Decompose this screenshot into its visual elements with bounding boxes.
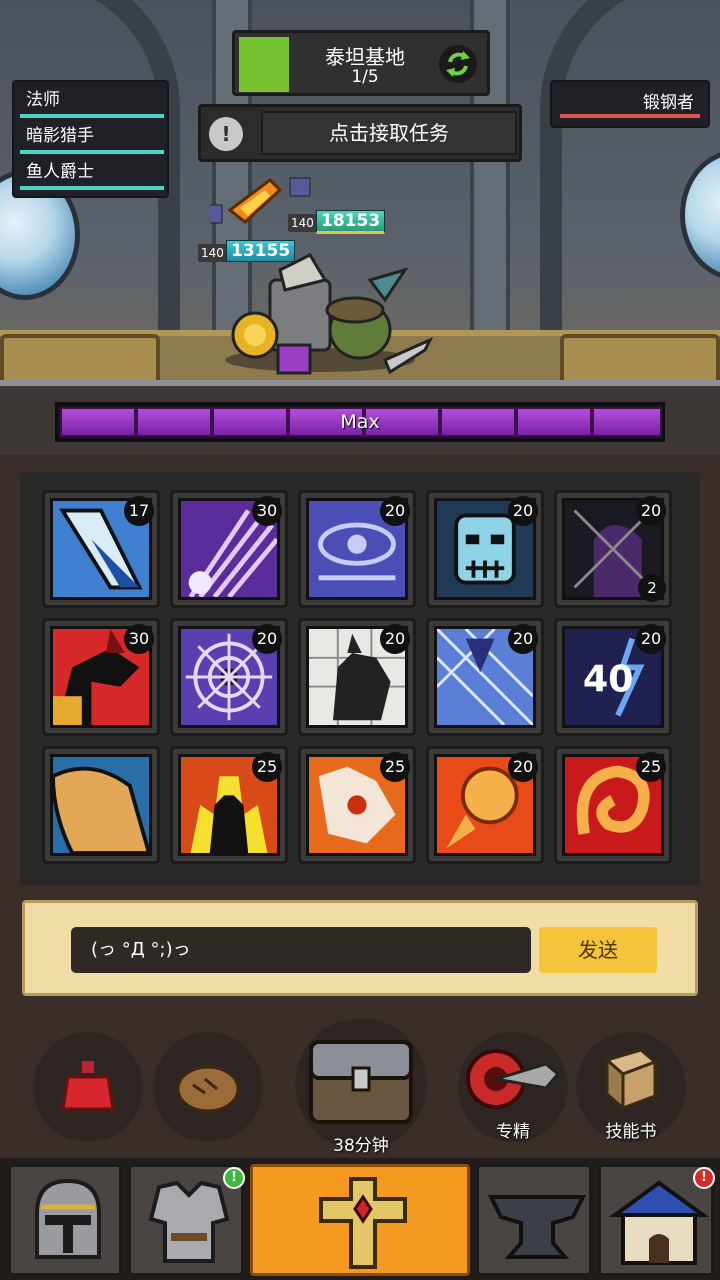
chest-timer: 38分钟: [333, 1136, 389, 1156]
party-member[interactable]: 鱼人爵士: [20, 158, 164, 192]
skill-level-badge: 25: [252, 752, 282, 782]
floor-ledge: [0, 334, 160, 386]
skillbook-label: 技能书: [605, 1122, 657, 1142]
skill-level-badge: 25: [636, 752, 666, 782]
skill-level-badge: 17: [124, 496, 154, 526]
talent-label: 专精: [496, 1122, 530, 1142]
quest-panel[interactable]: ! 点击接取任务: [198, 104, 522, 162]
party-member-hp-bar: [20, 150, 164, 154]
void-web-skill[interactable]: 20: [170, 618, 288, 736]
bread-icon: [176, 1065, 240, 1113]
stage-name: 泰坦基地: [325, 45, 405, 69]
flame-beast-skill[interactable]: 25: [298, 746, 416, 864]
enemy-panel: 锻钢者: [550, 80, 710, 128]
arcane-eye-skill[interactable]: 20: [298, 490, 416, 608]
skill-count-badge: 2: [638, 574, 666, 602]
helmet-icon: [35, 1178, 101, 1259]
skill-level-badge: 20: [508, 752, 538, 782]
tab-relic[interactable]: [250, 1164, 470, 1276]
crystal-shard-skill[interactable]: 20: [426, 618, 544, 736]
anvil-icon: [487, 1195, 587, 1259]
shadow-cloak-skill[interactable]: 20 2: [554, 490, 672, 608]
send-button[interactable]: 发送: [539, 927, 657, 973]
enemy-hp-bar: [560, 114, 700, 118]
chat-input[interactable]: [71, 927, 531, 973]
chat-bar: 发送: [22, 900, 698, 996]
bread-button[interactable]: [153, 1032, 263, 1142]
earth-shell-skill[interactable]: [42, 746, 160, 864]
damage-number: 140 13155: [198, 240, 298, 266]
party-member-name: 法师: [26, 90, 60, 110]
bottom-nav: ! !: [0, 1158, 720, 1280]
skill-level-badge: 20: [636, 496, 666, 526]
refresh-icon: [446, 51, 470, 77]
skill-level-badge: 30: [252, 496, 282, 526]
stage-progress-panel: 泰坦基地 1/5: [232, 30, 490, 96]
fire-orb-skill[interactable]: 20: [426, 746, 544, 864]
party-member-name: 暗影猎手: [26, 126, 94, 146]
party-member-hp-bar: [20, 186, 164, 190]
dragon-roar-skill[interactable]: 30: [42, 618, 160, 736]
stone-cat-skill[interactable]: 20: [298, 618, 416, 736]
shadow-slash-skill[interactable]: 30: [170, 490, 288, 608]
party-member-hp-bar: [20, 114, 164, 118]
party-member[interactable]: 暗影猎手: [20, 122, 164, 156]
hero-group[interactable]: [210, 160, 440, 390]
party-member[interactable]: 法师: [20, 86, 164, 120]
skill-level-badge: 20: [508, 624, 538, 654]
tab-helmet[interactable]: [8, 1164, 122, 1276]
damage-number: 140 18153: [288, 210, 388, 236]
stage-progress-text: 1/5: [351, 67, 379, 87]
fire-aura-skill[interactable]: 25: [170, 746, 288, 864]
party-panel: 法师 暗影猎手 鱼人爵士: [12, 80, 169, 198]
skill-level-badge: 20: [636, 624, 666, 654]
storm-40-skill[interactable]: 40 20: [554, 618, 672, 736]
skill-level-badge: 30: [124, 624, 154, 654]
armor-icon: [148, 1180, 230, 1263]
ice-spear-skill[interactable]: 17: [42, 490, 160, 608]
fire-projectile: [227, 178, 283, 224]
skill-level-badge: 25: [380, 752, 410, 782]
relic-cross-icon: [319, 1177, 407, 1269]
stage-progress-fill: [239, 37, 289, 92]
potion-button[interactable]: [33, 1032, 143, 1142]
alert-icon: !: [209, 117, 243, 151]
frost-skull-skill[interactable]: 20: [426, 490, 544, 608]
party-member-name: 鱼人爵士: [26, 162, 94, 182]
battle-scene: 140 18153 140 13155 泰坦基地 1/5 ! 点击接取任务 法师: [0, 0, 720, 455]
skillbook-icon: [603, 1048, 658, 1112]
chest-icon: [309, 1040, 413, 1124]
shop-badge: !: [693, 1167, 715, 1189]
tab-anvil[interactable]: [476, 1164, 592, 1276]
rage-bar: Max: [55, 402, 665, 442]
skill-overlay-number: 40: [583, 657, 634, 700]
skill-level-badge: 20: [508, 496, 538, 526]
floor-ledge: [560, 334, 720, 386]
potion-icon: [61, 1061, 115, 1111]
earth-shell-icon: [50, 754, 152, 856]
skill-level-badge: 20: [252, 624, 282, 654]
armor-badge: !: [223, 1167, 245, 1189]
accept-quest-button[interactable]: 点击接取任务: [261, 111, 517, 155]
tab-armor[interactable]: !: [128, 1164, 245, 1276]
refresh-button[interactable]: [439, 45, 477, 83]
skill-level-badge: 20: [380, 496, 410, 526]
enemy-name: 锻钢者: [643, 93, 694, 113]
shop-icon: [609, 1180, 709, 1265]
fire-spiral-skill[interactable]: 25: [554, 746, 672, 864]
tab-shop[interactable]: !: [598, 1164, 715, 1276]
target-arrow-icon: [466, 1049, 560, 1109]
skill-level-badge: 20: [380, 624, 410, 654]
rage-label: Max: [340, 411, 380, 433]
